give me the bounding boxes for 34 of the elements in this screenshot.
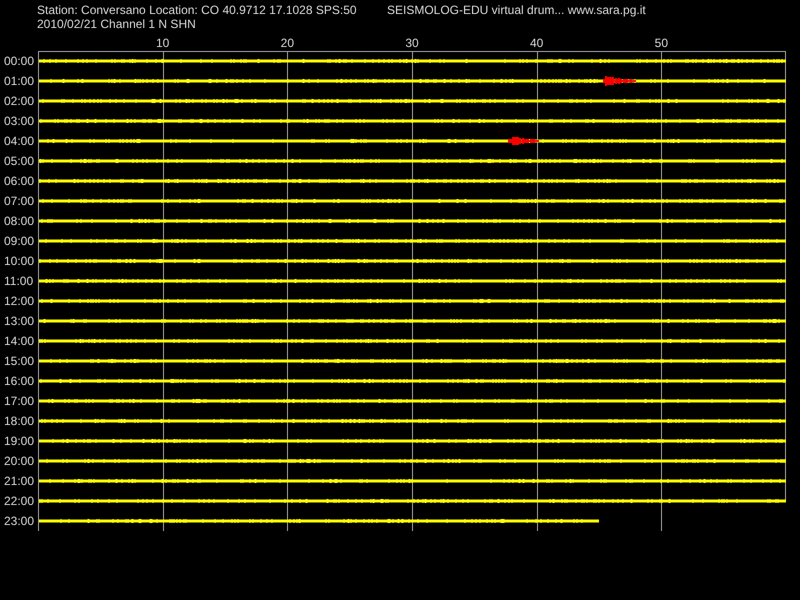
- hour-label: 06:00: [3, 173, 36, 190]
- hour-label: 04:00: [3, 133, 36, 150]
- station-info: Station: Conversano Location: CO 40.9712 17.1028 SPS:50: [37, 3, 358, 17]
- hour-label: 20:00: [3, 453, 36, 470]
- hour-label: 02:00: [3, 93, 36, 110]
- hour-label: 10:00: [3, 253, 36, 270]
- hour-label: 22:00: [3, 493, 36, 510]
- hour-label: 15:00: [3, 353, 36, 370]
- minute-label: 30: [405, 36, 419, 50]
- hour-label: 17:00: [3, 393, 36, 410]
- minute-label: 40: [530, 36, 544, 50]
- minute-label: 50: [654, 36, 668, 50]
- minute-label: 20: [280, 36, 294, 50]
- hour-label: 21:00: [3, 473, 36, 490]
- hour-label: 13:00: [3, 313, 36, 330]
- hour-label: 00:00: [3, 53, 36, 70]
- hour-label: 14:00: [3, 333, 36, 350]
- hour-label: 23:00: [3, 513, 36, 530]
- hour-label: 07:00: [3, 193, 36, 210]
- event-signal: [508, 136, 540, 146]
- hour-label: 12:00: [3, 293, 36, 310]
- hour-label: 03:00: [3, 113, 36, 130]
- hour-label: 18:00: [3, 413, 36, 430]
- date-channel: 2010/02/21 Channel 1 N SHN: [36, 17, 197, 31]
- hour-label: 19:00: [3, 433, 36, 450]
- hour-label: 09:00: [3, 233, 36, 250]
- hour-label: 11:00: [3, 273, 34, 290]
- event-signal: [603, 75, 637, 87]
- hour-label: 08:00: [3, 213, 36, 230]
- hour-label: 01:00: [3, 73, 36, 90]
- hour-label: 05:00: [3, 153, 36, 170]
- hour-label: 16:00: [3, 373, 36, 390]
- minute-label: 10: [156, 36, 170, 50]
- program-title: SEISMOLOG-EDU virtual drum... www.sara.pg.it: [387, 3, 646, 17]
